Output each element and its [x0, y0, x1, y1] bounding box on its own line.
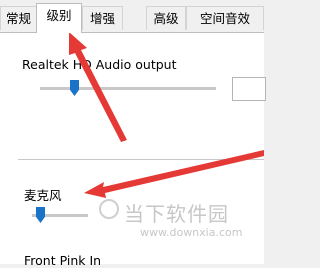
- tab-levels[interactable]: 级别: [36, 3, 82, 33]
- annotation-arrows: [69, 32, 264, 198]
- arrow-to-levels-tab: [69, 32, 127, 142]
- arrow-to-microphone: [84, 150, 264, 198]
